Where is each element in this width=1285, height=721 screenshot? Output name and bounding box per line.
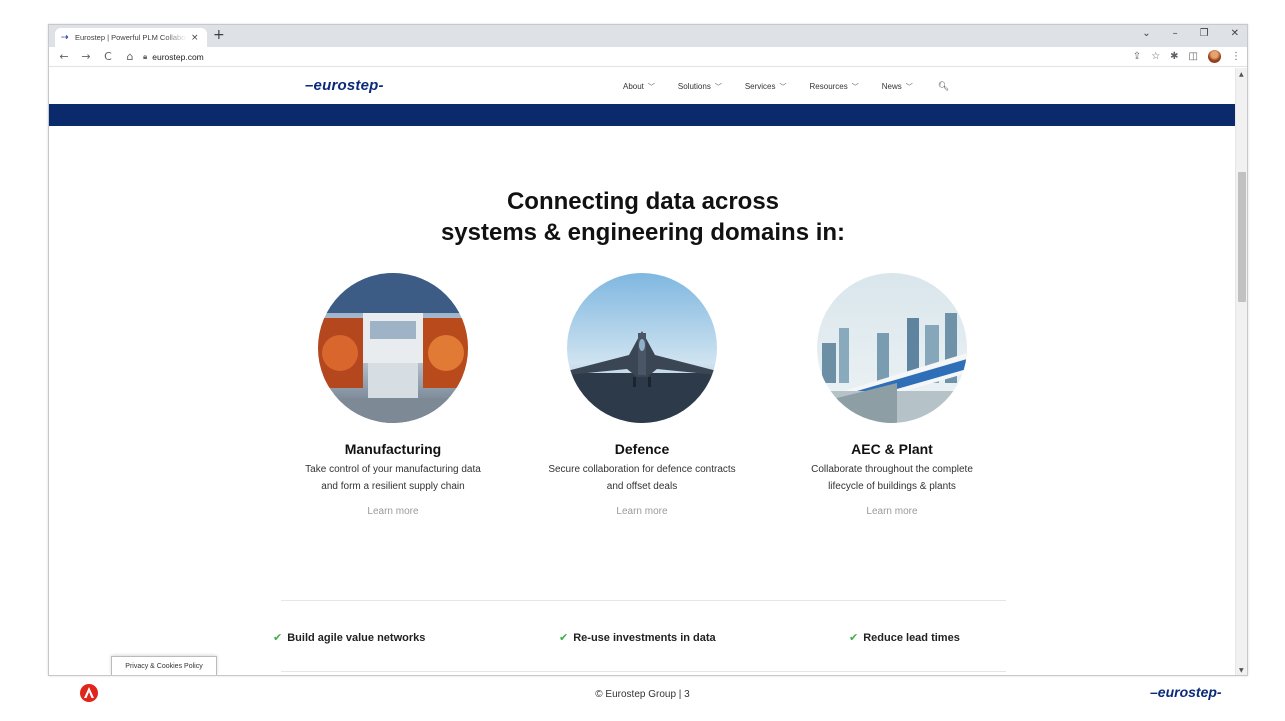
sidepanel-icon[interactable]: ◫	[1189, 51, 1198, 62]
share-icon[interactable]: ⇪	[1133, 51, 1141, 62]
card-desc-line: and offset deals	[606, 481, 678, 492]
eurostep-logo[interactable]: –eurostep-	[305, 77, 384, 94]
search-icon[interactable]: 🔍︎	[938, 82, 949, 92]
learn-more-link[interactable]: Learn more	[777, 506, 1007, 517]
slide: ⇢ Eurostep | Powerful PLM Collaboration …	[0, 0, 1285, 721]
divider	[281, 600, 1006, 601]
chevron-down-icon: ﹀	[647, 83, 655, 91]
page-viewport: –eurostep- About ﹀ Solutions ﹀ Services ﹀ R…	[49, 68, 1237, 675]
back-button[interactable]: ←	[57, 50, 71, 63]
nav-label: Resources	[809, 82, 848, 91]
close-window-button[interactable]: ✕	[1231, 28, 1239, 39]
menu-icon[interactable]: ⋮	[1231, 51, 1241, 62]
nav-about[interactable]: About ﹀	[623, 82, 655, 92]
footer-logo-text: eurostep	[1157, 684, 1217, 700]
lock-icon[interactable]: 🔒︎	[143, 52, 147, 62]
chevron-down-icon: ﹀	[779, 83, 787, 91]
headline-line-2: systems & engineering domains in:	[440, 219, 846, 246]
card-desc-line: lifecycle of buildings & plants	[828, 481, 956, 492]
card-desc-line: and form a resilient supply chain	[321, 481, 465, 492]
close-tab-icon[interactable]: ×	[191, 33, 199, 43]
benefit-item: ✔ Re-use investments in data	[559, 631, 716, 644]
card-title: AEC & Plant	[851, 441, 933, 457]
tab-title: Eurostep | Powerful PLM Collaboration	[75, 33, 187, 42]
forward-button[interactable]: →	[79, 50, 93, 63]
footer-text: © Eurostep Group | 3	[595, 689, 690, 700]
checkmark-icon: ✔	[559, 631, 569, 644]
restore-button[interactable]: ❐	[1200, 28, 1209, 39]
nav-label: About	[623, 82, 644, 91]
card-defence: Defence Secure collaboration for defence…	[527, 273, 757, 517]
logo-text: eurostep	[313, 77, 379, 94]
card-description: Collaborate throughout the complete life…	[777, 461, 1007, 495]
site-header: –eurostep- About ﹀ Solutions ﹀ Services ﹀ R…	[49, 68, 1237, 104]
url-text[interactable]: eurostep.com	[152, 52, 204, 62]
learn-more-link[interactable]: Learn more	[527, 506, 757, 517]
headline-line-1: Connecting data across	[506, 188, 780, 215]
page-scrollbar[interactable]: ▲ ▼	[1235, 68, 1247, 675]
benefit-label: Build agile value networks	[287, 632, 426, 644]
browser-toolbar: ← → C ⌂ 🔒︎ eurostep.com ⇪ ☆ ✱ ◫ ⋮	[49, 47, 1247, 67]
checkmark-icon: ✔	[273, 631, 283, 644]
card-title: Manufacturing	[344, 441, 442, 457]
window-controls: ⌄ – ❐ ✕	[1142, 28, 1239, 39]
reload-button[interactable]: C	[101, 50, 115, 63]
card-aec-plant: AEC & Plant Collaborate throughout the c…	[777, 273, 1007, 517]
nav-solutions[interactable]: Solutions ﹀	[678, 82, 722, 92]
address-bar[interactable]: 🔒︎ eurostep.com	[143, 49, 204, 64]
extensions-icon[interactable]: ✱	[1170, 51, 1178, 62]
card-desc-line: Take control of your manufacturing data	[305, 464, 481, 475]
footer-eurostep-logo: –eurostep-	[1150, 684, 1222, 700]
scroll-thumb[interactable]	[1238, 172, 1246, 302]
minimize-button[interactable]: –	[1173, 28, 1178, 39]
hero-band	[49, 104, 1237, 126]
nav-services[interactable]: Services ﹀	[745, 82, 787, 92]
manufacturing-image	[318, 273, 468, 423]
page-headline: Connecting data across systems & enginee…	[49, 186, 1237, 248]
checkmark-icon: ✔	[849, 631, 859, 644]
new-tab-button[interactable]: +	[213, 27, 225, 43]
learn-more-link[interactable]: Learn more	[278, 506, 508, 517]
defence-image	[567, 273, 717, 423]
browser-tab[interactable]: ⇢ Eurostep | Powerful PLM Collaboration …	[55, 28, 207, 47]
nav-news[interactable]: News ﹀	[882, 82, 913, 92]
chevron-down-icon: ﹀	[714, 83, 722, 91]
card-manufacturing: Manufacturing Take control of your manuf…	[278, 273, 508, 517]
home-button[interactable]: ⌂	[123, 50, 137, 63]
nav-resources[interactable]: Resources ﹀	[810, 82, 859, 92]
card-description: Secure collaboration for defence contrac…	[527, 461, 757, 495]
nav-label: News	[881, 82, 902, 91]
main-nav: About ﹀ Solutions ﹀ Services ﹀ Resources ﹀ N…	[623, 82, 949, 92]
chevron-down-icon: ﹀	[905, 83, 913, 91]
toolbar-actions: ⇪ ☆ ✱ ◫ ⋮	[1133, 50, 1241, 63]
divider	[281, 671, 1006, 672]
tab-search-icon[interactable]: ⌄	[1142, 28, 1150, 39]
profile-avatar[interactable]	[1208, 50, 1221, 63]
eurostep-favicon-icon: ⇢	[61, 32, 69, 43]
nav-label: Services	[744, 82, 776, 91]
card-desc-line: Collaborate throughout the complete	[811, 464, 973, 475]
scroll-up-icon[interactable]: ▲	[1239, 71, 1244, 78]
privacy-cookies-button[interactable]: Privacy & Cookies Policy	[111, 656, 217, 675]
card-desc-line: Secure collaboration for defence contrac…	[548, 464, 736, 475]
aec-plant-image	[817, 273, 967, 423]
scroll-down-icon[interactable]: ▼	[1239, 667, 1244, 674]
nav-label: Solutions	[677, 82, 711, 91]
star-icon[interactable]: ☆	[1151, 51, 1160, 62]
benefit-item: ✔ Reduce lead times	[849, 631, 960, 644]
benefit-label: Reduce lead times	[863, 632, 960, 644]
chevron-down-icon: ﹀	[851, 83, 859, 91]
benefit-item: ✔ Build agile value networks	[273, 631, 425, 644]
browser-window: ⇢ Eurostep | Powerful PLM Collaboration …	[48, 24, 1248, 676]
tab-bar: ⇢ Eurostep | Powerful PLM Collaboration …	[49, 25, 1247, 47]
card-description: Take control of your manufacturing data …	[278, 461, 508, 495]
card-title: Defence	[614, 441, 670, 457]
benefit-label: Re-use investments in data	[573, 632, 716, 644]
